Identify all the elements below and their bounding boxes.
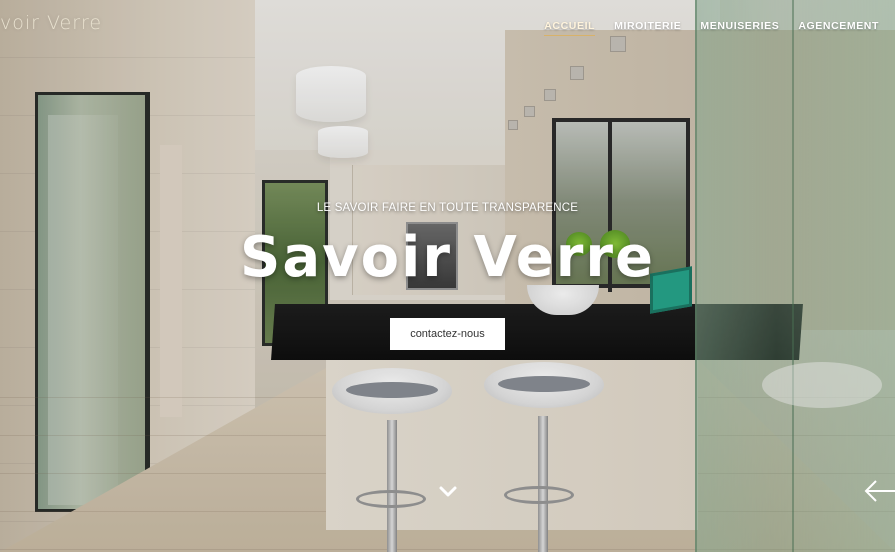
contact-button[interactable]: contactez-nous [390, 318, 505, 350]
site-logo[interactable]: voir Verre [0, 12, 102, 34]
hero-headline: Savoir Verre [240, 225, 655, 290]
chevron-down-icon[interactable] [438, 484, 458, 500]
nav-item-miroiterie[interactable]: MIROITERIE [614, 20, 681, 36]
nav-item-accueil[interactable]: ACCUEIL [544, 20, 595, 36]
nav-item-menuiseries[interactable]: MENUISERIES [700, 20, 779, 36]
nav-item-agencement[interactable]: AGENCEMENT [798, 20, 879, 36]
main-nav: ACCUEIL MIROITERIE MENUISERIES AGENCEMEN… [544, 20, 879, 36]
arrow-left-icon[interactable] [862, 477, 895, 505]
hero-tagline: LE SAVOIR FAIRE EN TOUTE TRANSPARENCE [316, 202, 579, 214]
